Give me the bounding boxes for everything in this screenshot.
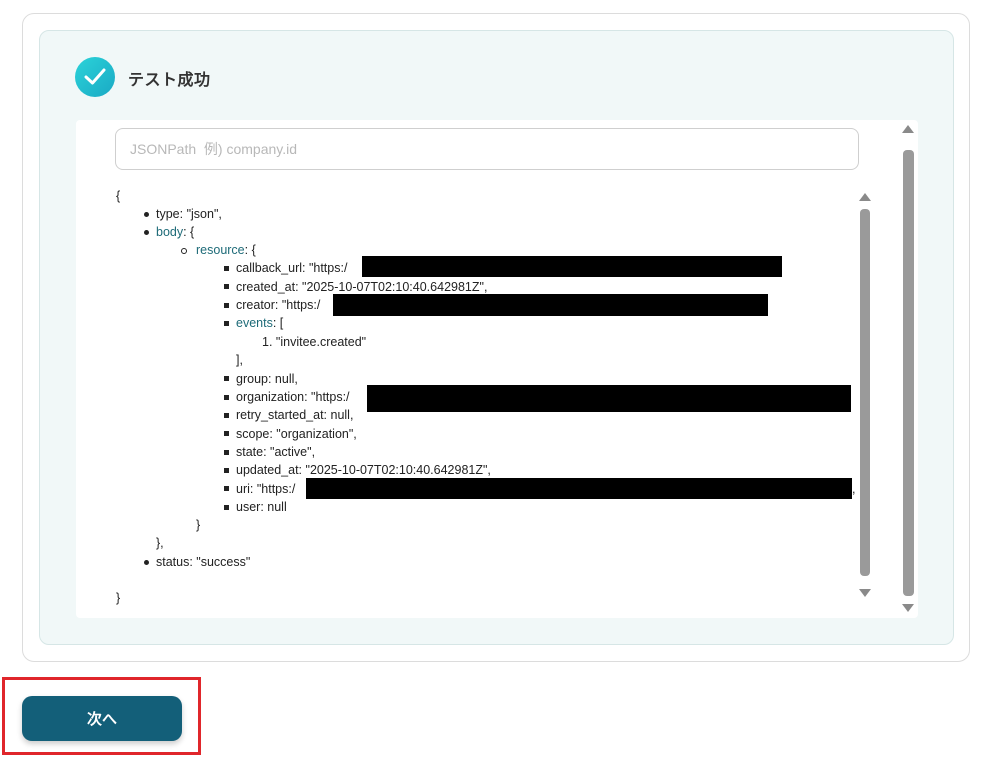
- outer-scroll-up-arrow[interactable]: [902, 125, 914, 133]
- bullet-square: [224, 413, 229, 418]
- bullet-square: [224, 321, 229, 326]
- json-events-item-row: 1. "invitee.created": [262, 335, 367, 349]
- json-user: user: null: [236, 500, 287, 514]
- json-events-row: events: [: [236, 316, 284, 330]
- json-group: group: null,: [236, 372, 298, 386]
- next-button[interactable]: 次へ: [22, 696, 182, 741]
- json-body-row: body: {: [156, 225, 195, 239]
- json-state: state: "active",: [236, 445, 316, 459]
- bullet-dot: [144, 212, 149, 217]
- json-updated-at: updated_at: "2025-10-07T02:10:40.642981Z…: [236, 463, 491, 477]
- bullet-square: [224, 303, 229, 308]
- redaction-bar: [362, 256, 782, 277]
- json-uri: uri: "https:/: [236, 482, 296, 496]
- inner-scrollbar-thumb[interactable]: [860, 209, 870, 576]
- json-scope: scope: "organization",: [236, 427, 357, 441]
- bullet-dot: [144, 230, 149, 235]
- outer-scroll-down-arrow[interactable]: [902, 604, 914, 612]
- json-body-close: },: [156, 536, 164, 550]
- bullet-square: [224, 266, 229, 271]
- bullet-square: [224, 468, 229, 473]
- bullet-square: [224, 284, 229, 289]
- json-callback-url: callback_url: "https:/: [236, 261, 348, 275]
- json-events-close: ],: [236, 353, 243, 367]
- jsonpath-search-input[interactable]: [115, 128, 859, 170]
- json-resource-key[interactable]: resource: [196, 243, 245, 257]
- check-circle-icon: [75, 57, 115, 97]
- redaction-bar: [367, 385, 851, 412]
- json-body-key[interactable]: body: [156, 225, 183, 239]
- bullet-circle: [181, 248, 187, 254]
- json-result-panel: [76, 120, 918, 618]
- bullet-square: [224, 431, 229, 436]
- redaction-bar: [333, 294, 768, 316]
- bullet-square: [224, 486, 229, 491]
- bullet-dot: [144, 560, 149, 565]
- bullet-square: [224, 505, 229, 510]
- bullet-square: [224, 395, 229, 400]
- json-close-brace: }: [116, 591, 121, 605]
- json-open-brace: {: [116, 189, 121, 203]
- redaction-bar: [306, 478, 852, 499]
- json-type: type: "json",: [156, 207, 222, 221]
- json-uri-trail: ,: [852, 482, 856, 496]
- inner-scroll-down-arrow[interactable]: [859, 589, 871, 597]
- json-events-key[interactable]: events: [236, 316, 273, 330]
- bullet-square: [224, 376, 229, 381]
- json-resource-row: resource: {: [196, 243, 256, 257]
- bullet-square: [224, 450, 229, 455]
- json-resource-close: }: [196, 518, 201, 532]
- json-status: status: "success": [156, 555, 251, 569]
- success-title: テスト成功: [128, 72, 211, 89]
- json-created-at: created_at: "2025-10-07T02:10:40.642981Z…: [236, 280, 488, 294]
- json-creator: creator: "https:/: [236, 298, 321, 312]
- inner-scroll-up-arrow[interactable]: [859, 193, 871, 201]
- json-organization: organization: "https:/: [236, 390, 350, 404]
- outer-scrollbar-thumb[interactable]: [903, 150, 914, 596]
- json-retry-started-at: retry_started_at: null,: [236, 408, 354, 422]
